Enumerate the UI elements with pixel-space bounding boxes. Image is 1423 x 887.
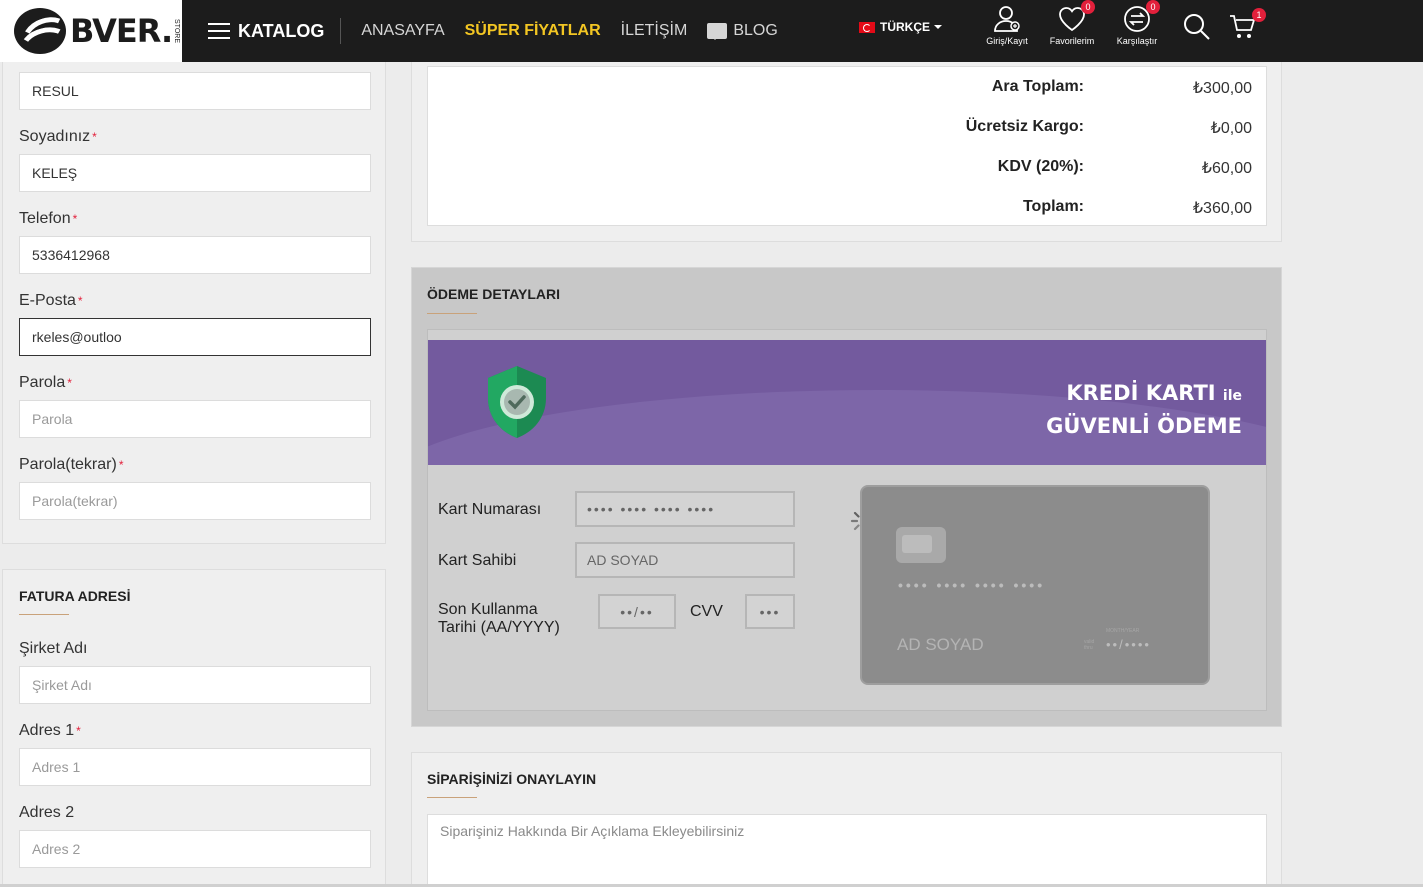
main-nav: KATALOG ANASAYFA SÜPER FİYATLAR İLETİŞİM…: [208, 0, 798, 62]
favorites-button[interactable]: 0 Favorilerim: [1046, 0, 1098, 46]
heart-icon: 0: [1057, 0, 1095, 34]
banner-line1-small: ile: [1222, 388, 1242, 404]
favorites-label: Favorilerim: [1049, 36, 1095, 46]
confirm-title-underline: [427, 797, 477, 798]
shipping-label: Ücretsiz Kargo:: [965, 118, 1084, 135]
address1-input[interactable]: Adres 1: [19, 748, 371, 786]
login-button[interactable]: Giriş/Kayıt: [982, 4, 1032, 46]
tax-label: KDV (20%):: [997, 158, 1084, 175]
compare-count-badge: 0: [1146, 0, 1160, 14]
site-header: BVER. STORE KATALOG ANASAYFA SÜPER FİYAT…: [0, 0, 1423, 62]
shield-check-icon: [488, 366, 546, 438]
confirm-title: SİPARİŞİNİZİ ONAYLAYIN: [427, 771, 597, 787]
payment-title: ÖDEME DETAYLARI: [427, 286, 561, 302]
expiry-input[interactable]: ••/••: [598, 594, 676, 629]
logo-subtext: STORE: [173, 19, 181, 43]
billing-title-underline: [19, 614, 69, 615]
expiry-label: Son Kullanma Tarihi (AA/YYYY): [438, 601, 560, 636]
password-input[interactable]: Parola: [19, 400, 371, 438]
chat-bubble-icon: [707, 23, 728, 40]
cvv-label: CVV: [690, 603, 723, 620]
card-holder-input[interactable]: AD SOYAD: [575, 542, 795, 578]
favorites-count-badge: 0: [1081, 0, 1095, 14]
phone-label: Telefon *: [19, 210, 78, 227]
turkey-flag-icon: [859, 21, 875, 33]
logo[interactable]: BVER. STORE: [0, 0, 182, 62]
swan-logo-icon: [14, 8, 66, 54]
compare-arrows-icon: 0: [1122, 0, 1160, 34]
nav-katalog-label: KATALOG: [238, 20, 325, 41]
card-chip-icon: [896, 527, 946, 563]
payment-details-panel: ÖDEME DETAYLARI KREDİ KARTI ile GÜVENLİ …: [411, 267, 1282, 727]
order-comment-textarea[interactable]: Siparişiniz Hakkında Bir Açıklama Ekleye…: [427, 814, 1267, 887]
language-selector[interactable]: TÜRKÇE: [859, 20, 942, 34]
subtotal-value: ₺300,00: [1192, 80, 1252, 97]
language-label: TÜRKÇE: [880, 20, 930, 34]
address2-label: Adres 2: [19, 804, 75, 821]
banner-line1: KREDİ KARTI: [1066, 381, 1216, 405]
logo-text: BVER.: [70, 12, 173, 50]
subtotal-label: Ara Toplam:: [991, 78, 1084, 95]
nav-blog-label: BLOG: [733, 22, 778, 39]
company-label: Şirket Adı: [19, 640, 88, 657]
nav-katalog[interactable]: KATALOG: [208, 21, 324, 42]
login-label: Giriş/Kayıt: [986, 36, 1028, 46]
nav-iletisim[interactable]: İLETİŞİM: [621, 22, 688, 40]
password-label: Parola *: [19, 374, 72, 391]
total-label: Toplam:: [1022, 198, 1084, 215]
total-value: ₺360,00: [1192, 200, 1252, 217]
order-totals-panel: Ara Toplam: ₺300,00 Ücretsiz Kargo: ₺0,0…: [411, 62, 1282, 242]
card-preview-name: AD SOYAD: [897, 635, 984, 654]
card-preview-valid: valid thru: [1084, 639, 1095, 651]
cart-count-badge: 1: [1252, 8, 1266, 22]
banner-text: KREDİ KARTI ile GÜVENLİ ÖDEME: [1046, 378, 1242, 441]
hamburger-icon: [208, 23, 230, 39]
card-holder-label: Kart Sahibi: [438, 552, 517, 569]
cart-icon: 1: [1228, 8, 1266, 42]
search-button[interactable]: [1181, 12, 1213, 44]
payment-title-underline: [427, 313, 477, 314]
nav-divider: [340, 18, 342, 44]
nav-blog[interactable]: BLOG: [707, 22, 778, 40]
card-number-label: Kart Numarası: [438, 501, 542, 518]
cart-button[interactable]: 1: [1226, 8, 1266, 44]
billing-address-panel: FATURA ADRESİ Şirket Adı Şirket Adı Adre…: [2, 569, 386, 887]
address1-label: Adres 1 *: [19, 722, 81, 739]
nav-anasayfa[interactable]: ANASAYFA: [361, 22, 444, 40]
banner-line2: GÜVENLİ ÖDEME: [1046, 414, 1242, 438]
surname-label: Soyadınız *: [19, 128, 97, 145]
name-input[interactable]: RESUL: [19, 72, 371, 110]
shipping-value: ₺0,00: [1210, 120, 1252, 137]
address2-input[interactable]: Adres 2: [19, 830, 371, 868]
phone-input[interactable]: 5336412968: [19, 236, 371, 274]
cvv-input[interactable]: •••: [745, 594, 795, 629]
personal-info-panel: RESUL Soyadınız * KELEŞ Telefon * 53364129…: [2, 62, 386, 544]
password-repeat-label: Parola(tekrar) *: [19, 456, 124, 473]
compare-label: Karşılaştır: [1116, 36, 1158, 46]
order-confirm-panel: SİPARİŞİNİZİ ONAYLAYIN Siparişiniz Hakkı…: [411, 752, 1282, 887]
surname-input[interactable]: KELEŞ: [19, 154, 371, 192]
password-repeat-input[interactable]: Parola(tekrar): [19, 482, 371, 520]
card-preview-number: •••• •••• •••• ••••: [898, 577, 1046, 593]
search-icon: [1184, 14, 1210, 40]
card-preview: •••• •••• •••• •••• AD SOYAD MONTH/YEAR …: [860, 485, 1210, 685]
user-icon: [992, 4, 1022, 34]
credit-card-form: KREDİ KARTI ile GÜVENLİ ÖDEME Kart Numar…: [427, 329, 1267, 711]
card-preview-exp-label: MONTH/YEAR: [1106, 628, 1140, 634]
card-preview-exp: ••/••••: [1106, 637, 1151, 652]
company-input[interactable]: Şirket Adı: [19, 666, 371, 704]
card-number-input[interactable]: •••• •••• •••• ••••: [575, 491, 795, 527]
caret-down-icon: [934, 25, 942, 33]
email-label: E-Posta *: [19, 292, 83, 309]
email-input[interactable]: rkeles@outloo: [19, 318, 371, 356]
compare-button[interactable]: 0 Karşılaştır: [1112, 0, 1162, 46]
tax-value: ₺60,00: [1201, 160, 1252, 177]
order-totals-table: Ara Toplam: ₺300,00 Ücretsiz Kargo: ₺0,0…: [427, 66, 1267, 226]
secure-payment-banner: KREDİ KARTI ile GÜVENLİ ÖDEME: [428, 340, 1266, 465]
billing-title: FATURA ADRESİ: [19, 588, 131, 604]
nav-super-fiyatlar[interactable]: SÜPER FİYATLAR: [465, 22, 601, 40]
